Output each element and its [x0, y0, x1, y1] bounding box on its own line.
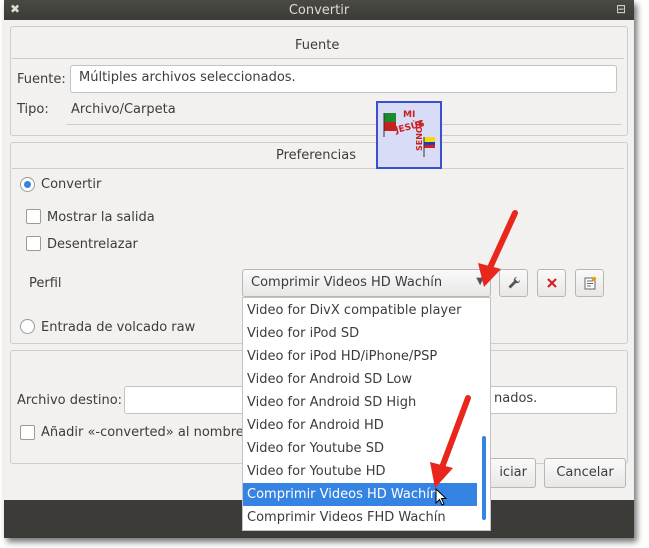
convert-radio[interactable]: [20, 177, 35, 192]
divider: [12, 58, 624, 59]
delete-icon: [546, 278, 557, 288]
destination-label: Archivo destino:: [17, 393, 123, 408]
logo-text-1: MI: [403, 110, 415, 120]
raw-dump-label: Entrada de volcado raw: [41, 320, 196, 335]
deinterlace-checkbox[interactable]: [26, 236, 41, 251]
logo-art: MI JESÚS SENOR: [378, 103, 440, 167]
profile-combo-value: Comprimir Videos HD Wachín: [251, 275, 443, 290]
annotation-arrow-icon: [478, 210, 518, 287]
logo-image: MI JESÚS SENOR: [376, 101, 442, 169]
append-converted-checkbox[interactable]: [20, 425, 35, 440]
tipo-value: Archivo/Carpeta: [71, 102, 176, 117]
show-output-checkbox[interactable]: [26, 209, 41, 224]
dropdown-item[interactable]: Video for iPod HD/iPhone/PSP: [243, 345, 477, 368]
fuente-field[interactable]: Múltiples archivos seleccionados.: [70, 65, 617, 93]
dropdown-scrollbar[interactable]: [482, 436, 486, 520]
convert-dialog: ✖ Convertir ⊟ Fuente Fuente: Múltiples a…: [4, 0, 634, 538]
dropdown-item[interactable]: Video for DivX compatible player: [243, 299, 477, 322]
new-profile-icon: [584, 276, 596, 290]
window-title: Convertir: [288, 3, 350, 18]
titlebar: ✖ Convertir ⊟: [4, 0, 634, 20]
convert-label: Convertir: [41, 177, 102, 192]
profile-label: Perfil: [29, 276, 62, 291]
fuente-label: Fuente:: [17, 72, 66, 87]
profile-combo[interactable]: Comprimir Videos HD Wachín ▼: [242, 269, 491, 297]
logo-text-3: SENOR: [415, 120, 424, 151]
dropdown-item[interactable]: Video for Android SD Low: [243, 368, 477, 391]
append-converted-label: Añadir «-converted» al nombre d: [41, 425, 257, 440]
new-profile-button[interactable]: [575, 269, 604, 297]
window-menu-icon[interactable]: ⊟: [616, 2, 626, 16]
divider: [66, 124, 622, 125]
source-section-title: Fuente: [295, 38, 340, 53]
show-output-label: Mostrar la salida: [47, 210, 155, 225]
tipo-label: Tipo:: [17, 102, 49, 117]
delete-profile-button[interactable]: [537, 269, 566, 297]
deinterlace-label: Desentrelazar: [47, 237, 138, 252]
cancel-button[interactable]: Cancelar: [544, 458, 626, 488]
preferences-section-title: Preferencias: [276, 148, 357, 163]
annotation-arrow-icon: [430, 395, 471, 488]
raw-dump-radio[interactable]: [20, 319, 35, 334]
divider: [12, 168, 624, 169]
dropdown-item[interactable]: Video for iPod SD: [243, 322, 477, 345]
dropdown-item[interactable]: Comprimir Videos FHD Wachín: [243, 506, 477, 529]
